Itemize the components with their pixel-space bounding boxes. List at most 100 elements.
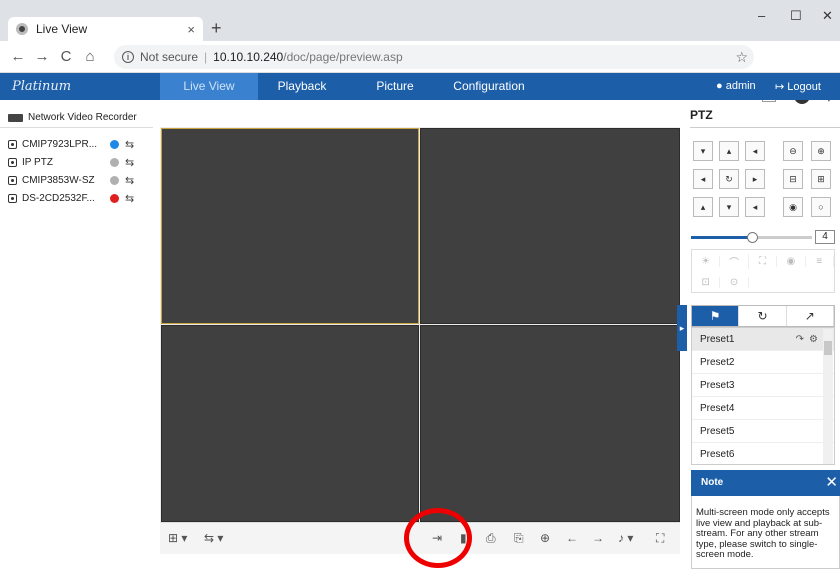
lens-init-icon[interactable]: ◉ bbox=[777, 255, 806, 267]
focus-far-icon[interactable]: ⊞ bbox=[811, 169, 831, 189]
wiper-icon[interactable]: ⌒ bbox=[720, 253, 749, 269]
ptz-speed-slider[interactable] bbox=[691, 232, 812, 243]
list-item[interactable]: Preset2 bbox=[692, 351, 834, 374]
fullscreen-button[interactable]: ⛶ bbox=[656, 531, 664, 546]
url-field[interactable]: i Not secure | 10.10.10.240 /doc/page/pr… bbox=[114, 45, 754, 69]
camera-icon bbox=[8, 140, 17, 149]
camera-icon bbox=[8, 158, 17, 167]
audio-button[interactable]: ♪ ▾ bbox=[618, 531, 633, 545]
stream-type-button[interactable]: ⇆ ▾ bbox=[204, 531, 223, 545]
camera-status-dot bbox=[110, 176, 119, 185]
camera-status-dot bbox=[110, 140, 119, 149]
preset-name: Preset6 bbox=[700, 449, 735, 460]
tab-pattern[interactable]: ↗ bbox=[787, 306, 834, 326]
call-preset-icon[interactable]: ↷ bbox=[796, 328, 804, 351]
list-item[interactable]: Preset1 ↷ ⚙ bbox=[692, 328, 834, 351]
forward-icon[interactable]: → bbox=[30, 48, 54, 65]
camera-item[interactable]: CMIP3853W-SZ ⇆ bbox=[8, 174, 134, 187]
list-item[interactable]: Preset5 bbox=[692, 420, 834, 443]
logout-icon: ↦ bbox=[775, 81, 788, 93]
url-separator: | bbox=[204, 50, 208, 64]
video-pane-4[interactable] bbox=[420, 325, 680, 522]
note-header: Note ✕ bbox=[691, 470, 840, 496]
record-button[interactable]: ⎙ bbox=[486, 531, 496, 546]
stream-switch-icon[interactable]: ⇆ bbox=[125, 192, 134, 205]
stream-switch-icon[interactable]: ⇆ bbox=[125, 156, 134, 169]
ptz-left-icon[interactable]: ◂ bbox=[745, 197, 765, 217]
auto-rotate-icon[interactable]: ↻ bbox=[719, 169, 739, 189]
iris-open-icon[interactable]: ○ bbox=[811, 197, 831, 217]
tab-playback[interactable]: Playback bbox=[262, 73, 342, 100]
3d-positioning-icon[interactable]: ⊙ bbox=[720, 276, 749, 288]
preset-scrollbar[interactable] bbox=[823, 329, 833, 464]
video-grid bbox=[160, 127, 680, 522]
divider bbox=[0, 127, 153, 128]
iris-close-icon[interactable]: ◉ bbox=[783, 197, 803, 217]
preset-name: Preset3 bbox=[700, 380, 735, 391]
camera-item[interactable]: DS-2CD2532F... ⇆ bbox=[8, 192, 134, 205]
ptz-title: PTZ bbox=[690, 108, 713, 122]
minimize-button[interactable]: – bbox=[758, 8, 765, 23]
ptz-right-icon[interactable]: ▸ bbox=[745, 169, 765, 189]
list-item[interactable]: Preset3 bbox=[692, 374, 834, 397]
tab-live-view[interactable]: Live View bbox=[160, 73, 258, 100]
video-pane-1[interactable] bbox=[161, 128, 419, 324]
camera-name: CMIP3853W-SZ bbox=[22, 175, 95, 186]
tab-preset[interactable]: ⚑ bbox=[692, 306, 740, 326]
camera-icon bbox=[8, 194, 17, 203]
new-tab-button[interactable]: + bbox=[211, 18, 222, 39]
bookmark-star-icon[interactable]: ☆ bbox=[735, 49, 748, 66]
device-tree-header[interactable]: Network Video Recorder bbox=[8, 112, 137, 123]
auxiliary-focus-icon[interactable]: ⛶ bbox=[749, 255, 778, 267]
logout-button[interactable]: ↦ Logout bbox=[775, 80, 821, 93]
video-pane-2[interactable] bbox=[420, 128, 680, 324]
preset-name: Preset2 bbox=[700, 357, 735, 368]
tab-patrol[interactable]: ↻ bbox=[739, 306, 787, 326]
divider bbox=[690, 127, 840, 128]
focus-near-icon[interactable]: ⊟ bbox=[783, 169, 803, 189]
close-icon[interactable]: ✕ bbox=[825, 470, 838, 496]
ptz-left-icon[interactable]: ◂ bbox=[693, 169, 713, 189]
manual-tracking-icon[interactable]: ⊡ bbox=[692, 276, 721, 288]
stream-switch-icon[interactable]: ⇆ bbox=[125, 174, 134, 187]
digital-zoom-button[interactable]: ⊕ bbox=[540, 531, 550, 545]
window-layout-button[interactable]: ⊞ ▾ bbox=[168, 531, 187, 545]
panel-collapse-handle[interactable]: ▸ bbox=[677, 305, 687, 351]
light-icon[interactable]: ☀ bbox=[692, 255, 721, 267]
maximize-button[interactable]: ☐ bbox=[790, 8, 802, 24]
previous-page-button[interactable]: ← bbox=[566, 531, 578, 545]
reload-icon[interactable]: C bbox=[54, 48, 78, 65]
instant-playback-button[interactable]: ⎘ bbox=[514, 531, 524, 546]
back-icon[interactable]: ← bbox=[6, 48, 30, 65]
camera-item[interactable]: CMIP7923LPR... ⇆ bbox=[8, 138, 134, 151]
set-preset-icon[interactable]: ⚙ bbox=[809, 328, 818, 351]
stream-switch-icon[interactable]: ⇆ bbox=[125, 138, 134, 151]
ptz-up-icon[interactable]: ▴ bbox=[719, 141, 739, 161]
ptz-function-panel: ☀ ⌒ ⛶ ◉ ≡ ⊡ ⊙ bbox=[691, 249, 835, 293]
ptz-down-icon[interactable]: ▾ bbox=[719, 197, 739, 217]
ptz-down-icon[interactable]: ▾ bbox=[693, 141, 713, 161]
camera-item[interactable]: IP PTZ ⇆ bbox=[8, 156, 134, 169]
video-pane-3[interactable] bbox=[161, 325, 419, 522]
browser-tab[interactable]: Live View × bbox=[8, 17, 203, 41]
user-menu[interactable]: ● admin bbox=[716, 80, 756, 92]
home-icon[interactable]: ⌂ bbox=[78, 48, 102, 65]
site-info-icon[interactable]: i bbox=[122, 51, 134, 63]
slider-thumb[interactable] bbox=[746, 232, 758, 243]
note-body: Multi-screen mode only accepts live view… bbox=[691, 496, 840, 569]
tab-picture[interactable]: Picture bbox=[355, 73, 435, 100]
next-page-button[interactable]: → bbox=[592, 531, 604, 545]
tab-title: Live View bbox=[36, 22, 88, 36]
ptz-up-icon[interactable]: ▴ bbox=[693, 197, 713, 217]
list-item[interactable]: Preset6 bbox=[692, 443, 834, 464]
zoom-in-icon[interactable]: ⊕ bbox=[811, 141, 831, 161]
list-item[interactable]: Preset4 bbox=[692, 397, 834, 420]
tab-close-icon[interactable]: × bbox=[187, 22, 195, 37]
window-close-button[interactable]: ✕ bbox=[822, 8, 833, 24]
scrollbar-thumb[interactable] bbox=[824, 341, 832, 355]
ptz-left-icon[interactable]: ◂ bbox=[745, 141, 765, 161]
url-host: 10.10.10.240 bbox=[213, 50, 284, 64]
zoom-out-icon[interactable]: ⊖ bbox=[783, 141, 803, 161]
tab-configuration[interactable]: Configuration bbox=[448, 73, 530, 100]
menu-icon[interactable]: ≡ bbox=[806, 255, 835, 267]
